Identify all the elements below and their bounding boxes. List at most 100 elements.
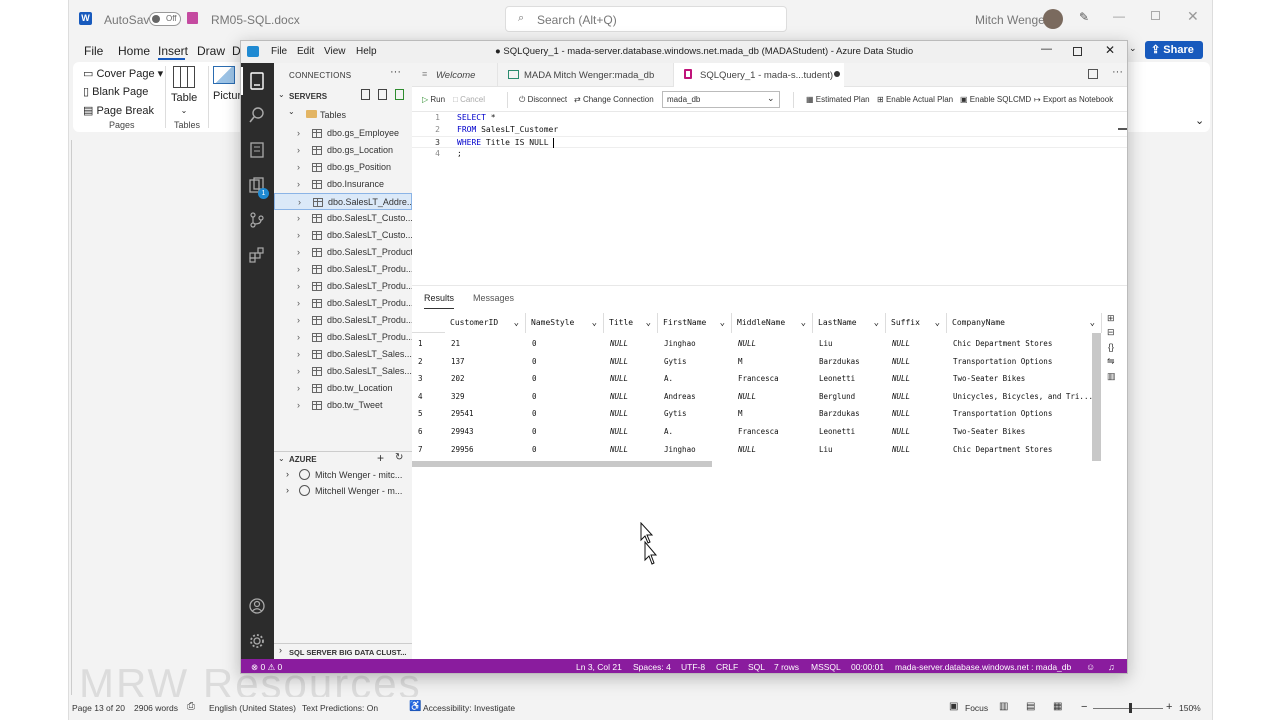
table-cell[interactable]: Liu: [813, 335, 886, 352]
table-row[interactable]: 3 202 0 NULL A. Francesca Leonetti NULL Two-Seat…: [412, 370, 1102, 387]
table-cell[interactable]: NULL: [604, 441, 658, 458]
print-layout-icon[interactable]: ▤: [1026, 701, 1035, 712]
table-cell[interactable]: Leonetti: [813, 423, 886, 440]
close-icon[interactable]: ✕: [1187, 8, 1199, 25]
export-notebook-button[interactable]: ↦ Export as Notebook: [1034, 95, 1113, 104]
pen-icon[interactable]: ✎: [1079, 10, 1089, 24]
horizontal-scrollbar[interactable]: [412, 461, 712, 467]
table-cell[interactable]: NULL: [604, 423, 658, 440]
column-header[interactable]: MiddleName ⌄: [732, 313, 813, 333]
maximize-icon[interactable]: [1073, 47, 1082, 56]
extensions-icon[interactable]: [249, 247, 265, 263]
table-tree-item[interactable]: › dbo.SalesLT_Produ...: [274, 312, 412, 329]
column-header[interactable]: LastName ⌄: [813, 313, 886, 333]
tables-folder-label[interactable]: Tables: [320, 110, 346, 120]
table-cell[interactable]: NULL: [604, 370, 658, 387]
table-cell[interactable]: Transportation Options: [947, 405, 1102, 422]
table-cell[interactable]: 202: [445, 370, 526, 387]
table-button[interactable]: Table ⌄: [171, 66, 197, 115]
table-tree-item[interactable]: › dbo.SalesLT_Custo...: [274, 227, 412, 244]
chevron-down-icon[interactable]: ⌄: [592, 313, 597, 333]
table-cell[interactable]: NULL: [604, 335, 658, 352]
table-cell[interactable]: NULL: [886, 388, 947, 405]
disconnect-button[interactable]: ⏻ Disconnect: [519, 95, 567, 105]
more-icon[interactable]: ···: [390, 66, 401, 78]
table-tree-item[interactable]: › dbo.gs_Location: [274, 142, 412, 159]
table-tree-item[interactable]: › dbo.SalesLT_Sales...: [274, 346, 412, 363]
table-cell[interactable]: Chic Department Stores: [947, 335, 1102, 352]
tab-results[interactable]: Results: [424, 293, 455, 309]
table-cell[interactable]: M: [732, 353, 813, 370]
column-header[interactable]: NameStyle ⌄: [526, 313, 604, 333]
tab-welcome[interactable]: ≡ Welcome: [412, 63, 498, 87]
autosave-toggle[interactable]: Off: [149, 12, 181, 26]
avatar[interactable]: [1043, 9, 1063, 29]
notebooks-icon[interactable]: [249, 142, 265, 158]
accessibility-icon[interactable]: ♿: [409, 701, 421, 712]
table-cell[interactable]: Two-Seater Bikes: [947, 423, 1102, 440]
chevron-down-icon[interactable]: ⌄: [278, 90, 285, 99]
table-tree-item[interactable]: › dbo.SalesLT_Addre...: [274, 193, 412, 210]
column-header[interactable]: Title ⌄: [604, 313, 658, 333]
close-icon[interactable]: ✕: [1105, 43, 1115, 57]
table-cell[interactable]: 21: [445, 335, 526, 352]
row-number[interactable]: 7: [412, 441, 445, 458]
minimize-icon[interactable]: —: [1041, 43, 1052, 55]
table-cell[interactable]: Chic Department Stores: [947, 441, 1102, 458]
table-tree-item[interactable]: › dbo.SalesLT_Produ...: [274, 295, 412, 312]
search-box[interactable]: ⌕ Search (Alt+Q): [505, 6, 787, 32]
table-cell[interactable]: NULL: [604, 405, 658, 422]
table-cell[interactable]: 0: [526, 335, 604, 352]
table-cell[interactable]: 29541: [445, 405, 526, 422]
table-cell[interactable]: NULL: [886, 353, 947, 370]
column-header[interactable]: Suffix ⌄: [886, 313, 947, 333]
enable-sqlcmd-button[interactable]: ▣ Enable SQLCMD: [960, 95, 1031, 104]
table-cell[interactable]: NULL: [886, 370, 947, 387]
table-cell[interactable]: NULL: [886, 405, 947, 422]
table-cell[interactable]: NULL: [886, 423, 947, 440]
gear-icon[interactable]: [249, 633, 265, 649]
zoom-in-icon[interactable]: +: [1166, 701, 1172, 713]
table-row[interactable]: 6 29943 0 NULL A. Francesca Leonetti NULL Two-Se…: [412, 423, 1102, 440]
table-cell[interactable]: 0: [526, 423, 604, 440]
zoom-level[interactable]: 150%: [1179, 703, 1201, 713]
connection-info[interactable]: mada-server.database.windows.net : mada_…: [895, 659, 1071, 673]
save-icon[interactable]: [187, 12, 198, 24]
unsaved-dot-icon[interactable]: [834, 71, 840, 77]
row-number[interactable]: 5: [412, 405, 445, 422]
enable-actual-plan-button[interactable]: ⊞ Enable Actual Plan: [877, 95, 953, 104]
provider[interactable]: MSSQL: [811, 659, 841, 673]
read-mode-icon[interactable]: ▥: [999, 701, 1008, 712]
table-row[interactable]: 7 29956 0 NULL Jinghao NULL Liu NULL Chic Depart…: [412, 441, 1102, 458]
table-cell[interactable]: 0: [526, 370, 604, 387]
row-number[interactable]: 2: [412, 353, 445, 370]
table-cell[interactable]: Barzdukas: [813, 405, 886, 422]
table-tree-item[interactable]: › dbo.tw_Tweet: [274, 397, 412, 414]
table-cell[interactable]: 0: [526, 353, 604, 370]
table-tree-item[interactable]: › dbo.SalesLT_Sales...: [274, 363, 412, 380]
table-row[interactable]: 4 329 0 NULL Andreas NULL Berglund NULL Unicycle…: [412, 388, 1102, 405]
chart-icon[interactable]: ▥: [1107, 371, 1116, 382]
new-query-icon[interactable]: [378, 89, 387, 100]
zoom-slider[interactable]: [1093, 703, 1163, 713]
focus-icon[interactable]: ▣: [949, 701, 958, 712]
document-name[interactable]: RM05-SQL.docx: [211, 13, 300, 27]
chevron-down-icon[interactable]: ⌄: [288, 107, 295, 116]
table-cell[interactable]: Unicycles, Bicycles, and Tri...: [947, 388, 1102, 405]
source-control-icon[interactable]: [249, 212, 265, 228]
table-cell[interactable]: NULL: [732, 335, 813, 352]
table-tree-item[interactable]: › dbo.SalesLT_Custo...: [274, 210, 412, 227]
search-icon[interactable]: [249, 107, 265, 123]
refresh-icon[interactable]: ↻: [395, 452, 403, 463]
bell-icon[interactable]: ♫: [1108, 659, 1115, 673]
change-connection-button[interactable]: ⇄ Change Connection: [574, 95, 654, 104]
estimated-plan-button[interactable]: ▦ Estimated Plan: [806, 95, 870, 104]
table-cell[interactable]: 0: [526, 405, 604, 422]
ribbon-expand-icon[interactable]: ⌄: [1195, 114, 1204, 127]
servers-label[interactable]: SERVERS: [289, 92, 327, 101]
table-cell[interactable]: 0: [526, 388, 604, 405]
save-json-icon[interactable]: {}: [1108, 342, 1114, 352]
table-row[interactable]: 5 29541 0 NULL Gytis M Barzdukas NULL Transporta…: [412, 405, 1102, 422]
language[interactable]: English (United States): [209, 703, 296, 713]
focus-label[interactable]: Focus: [965, 703, 988, 713]
